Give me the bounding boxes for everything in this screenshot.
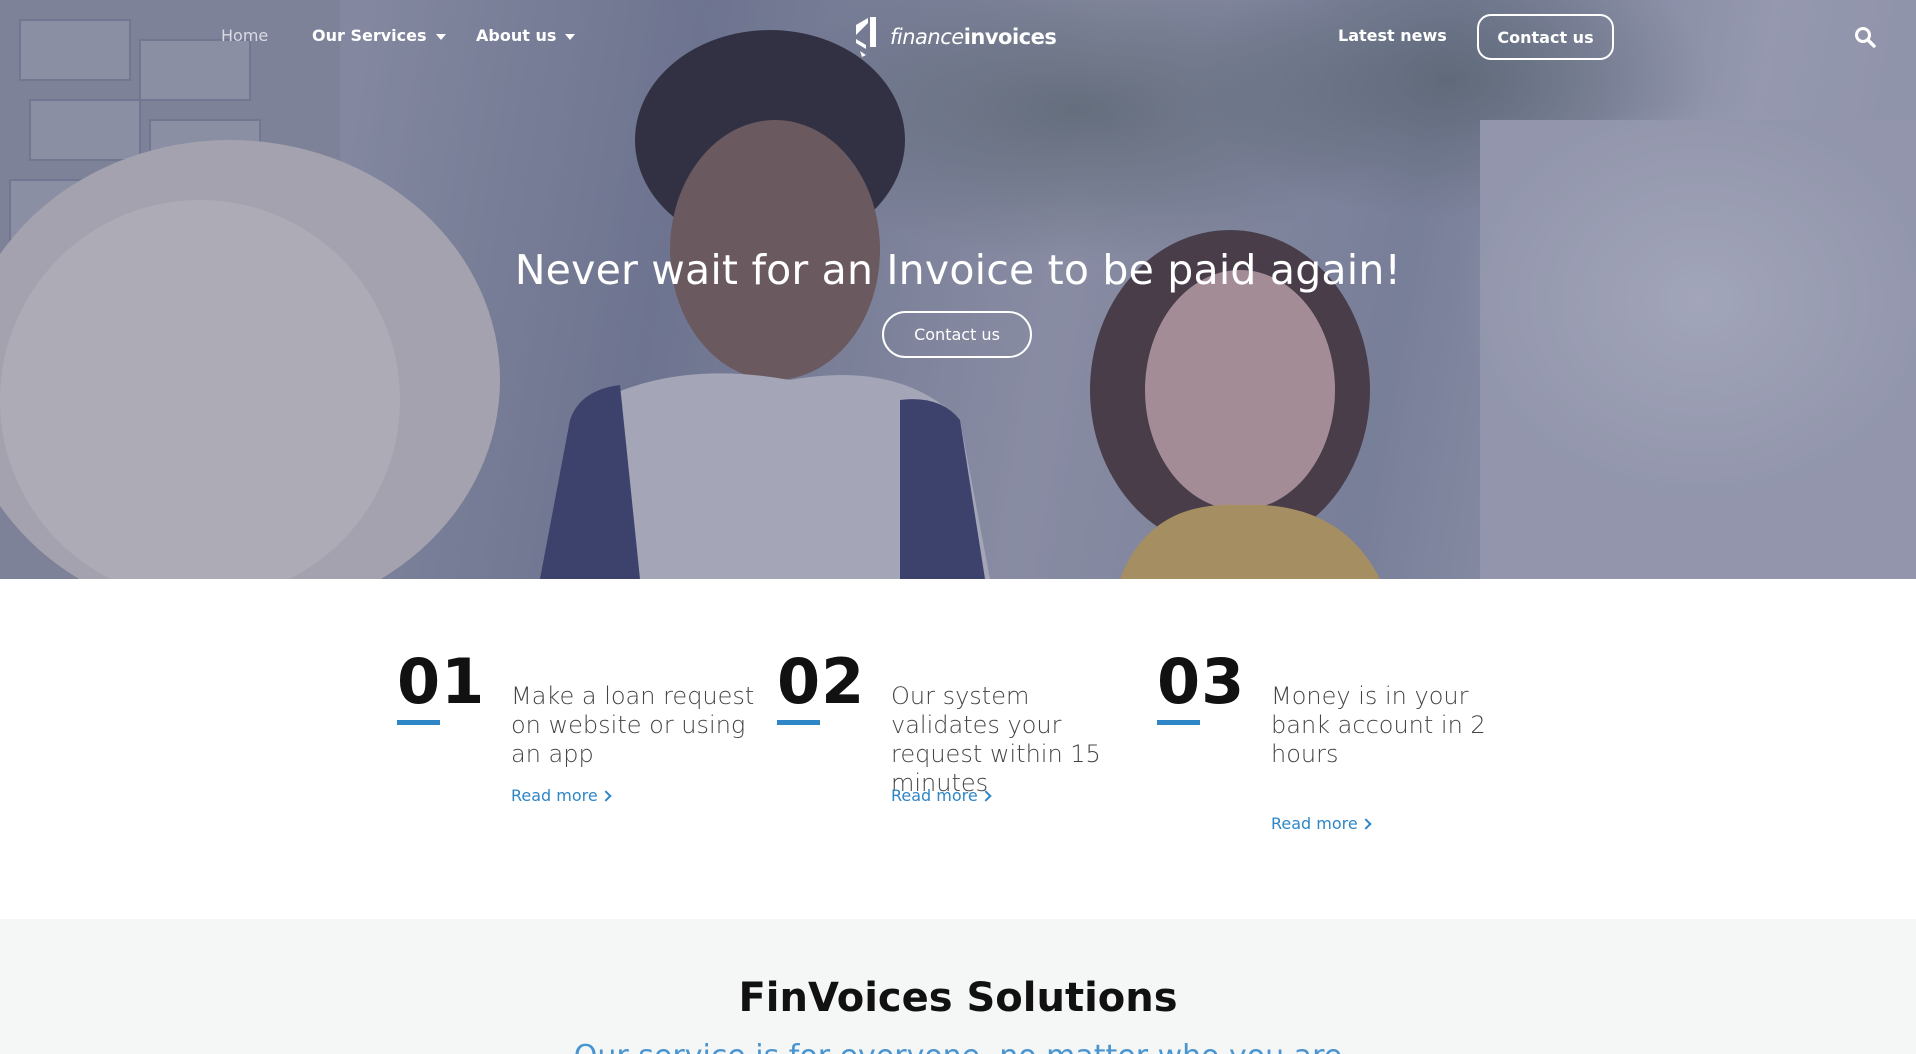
nav-about-us-label: About us [476,26,557,45]
logo-text: financeinvoices [890,25,1057,49]
chevron-right-icon [600,789,612,802]
step-read-more-link[interactable]: Read more [511,786,612,805]
logo-text-bold: invoices [963,25,1057,49]
chevron-right-icon [1360,817,1372,830]
read-more-label: Read more [891,786,978,805]
step-text: Make a loan request on website or using … [511,682,755,768]
nav-our-services-label: Our Services [312,26,427,45]
nav-contact-button[interactable]: Contact us [1477,14,1614,60]
step-read-more-link[interactable]: Read more [891,786,992,805]
step-underline [777,720,820,725]
logo-text-light: finance [890,25,964,49]
read-more-label: Read more [1271,814,1358,833]
step-text: Our system validates your request within… [891,682,1101,797]
search-icon[interactable] [1854,26,1876,48]
step-read-more-link[interactable]: Read more [1271,814,1372,833]
step-underline [1157,720,1200,725]
site-logo[interactable]: financeinvoices [852,14,1057,60]
logo-mark-icon [856,17,876,57]
step-number: 03 [1157,645,1246,718]
step-text: Money is in your bank account in 2 hours [1271,682,1486,768]
nav-home[interactable]: Home [221,26,268,45]
step-underline [397,720,440,725]
caret-down-icon [565,33,576,40]
chevron-right-icon [980,789,992,802]
step-number: 02 [777,645,866,718]
hero-contact-button[interactable]: Contact us [882,311,1032,358]
solutions-title: FinVoices Solutions [738,975,1178,1021]
nav-about-us[interactable]: About us [476,26,576,45]
nav-latest-news[interactable]: Latest news [1338,26,1447,45]
read-more-label: Read more [511,786,598,805]
hero-section: Home Our Services About us financeinvoic… [0,0,1916,579]
solutions-section: FinVoices Solutions Our service is for e… [0,919,1916,1054]
hero-title: Never wait for an Invoice to be paid aga… [514,246,1402,294]
solutions-subtitle: Our service is for everyone, no matter w… [0,1039,1916,1054]
nav-our-services[interactable]: Our Services [312,26,446,45]
steps-section: 01 Make a loan request on website or usi… [0,579,1916,919]
step-number: 01 [397,645,486,718]
caret-down-icon [435,33,446,40]
